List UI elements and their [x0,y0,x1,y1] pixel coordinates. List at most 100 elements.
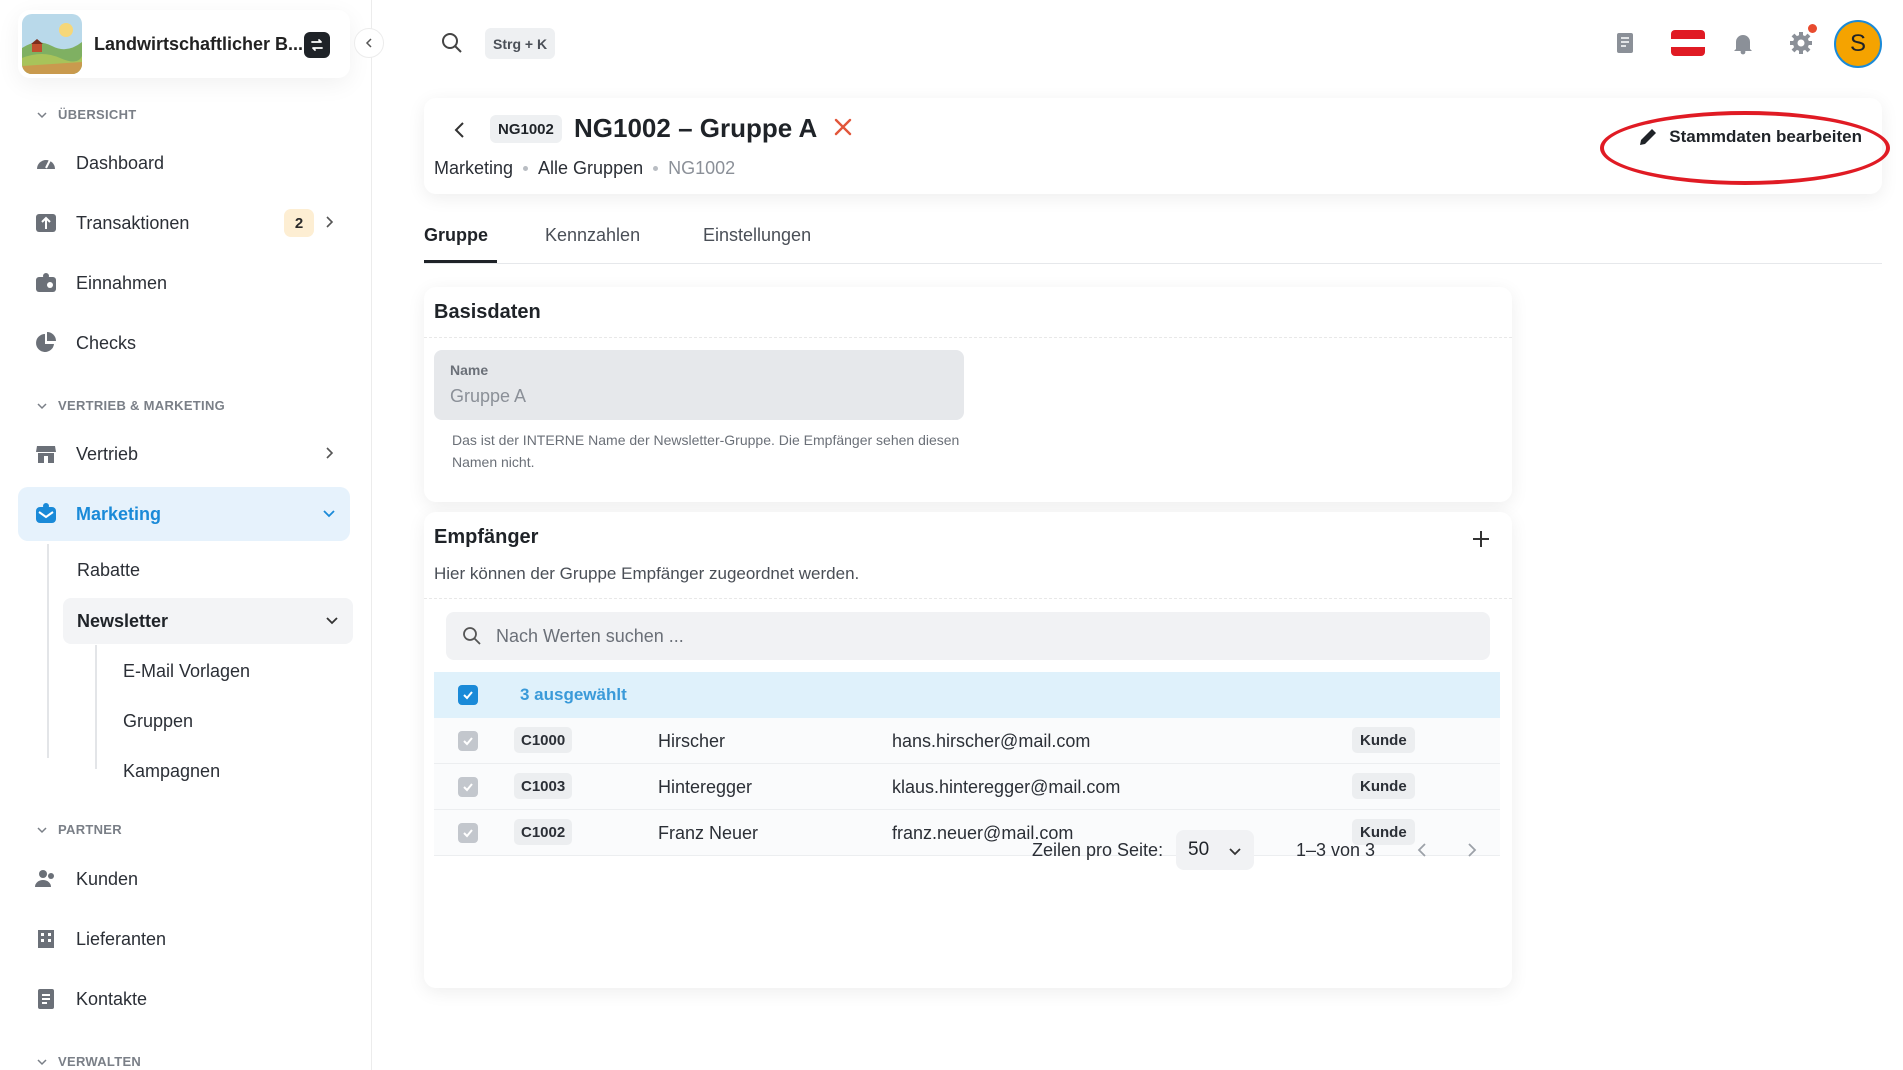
sidebar-item-label: Transaktionen [76,212,190,233]
docs-icon[interactable] [1610,28,1640,58]
row-checkbox[interactable] [458,823,478,843]
close-icon[interactable] [832,116,854,143]
sidebar-item-dashboard[interactable]: Dashboard [18,136,350,190]
building-icon [32,925,60,953]
sidebar-item-contacts[interactable]: Kontakte [18,972,350,1026]
search-shortcut-hint[interactable]: Strg + K [485,28,556,59]
sidebar-item-checks[interactable]: Checks [18,316,350,370]
chevron-left-icon [454,122,464,138]
tab-metrics[interactable]: Kennzahlen [545,225,640,246]
customer-email: hans.hirscher@mail.com [892,731,1091,751]
chevron-down-icon [37,402,47,409]
mail-icon [32,500,60,528]
customer-email: klaus.hinteregger@mail.com [892,777,1121,797]
section-manage[interactable]: VERWALTEN [36,1054,141,1069]
breadcrumb-separator [523,166,529,171]
customer-name: Hinteregger [658,777,753,797]
add-recipient-button[interactable] [1470,528,1492,555]
collapse-sidebar-button[interactable] [354,28,384,58]
table-row[interactable]: C1000 Hirscher hans.hirscher@mail.com Ku… [434,718,1500,764]
section-overview[interactable]: ÜBERSICHT [36,107,137,122]
bell-icon[interactable] [1728,28,1758,58]
chevron-down-icon [1229,848,1241,856]
sidebar-item-label: Kontakte [76,988,148,1009]
rows-per-page-select[interactable]: 50 [1176,830,1254,870]
breadcrumb-item[interactable]: Alle Gruppen [538,158,643,179]
sidebar-subitem-label: Newsletter [77,610,169,631]
sidebar-subitem-campaigns[interactable]: Kampagnen [123,761,220,782]
chevron-left-icon [365,38,372,48]
switch-icon[interactable] [304,32,330,58]
sidebar-subitem-groups[interactable]: Gruppen [123,711,193,732]
search-icon[interactable] [440,31,464,60]
users-icon [32,865,60,893]
customer-name: Franz Neuer [658,823,759,843]
sidebar-item-suppliers[interactable]: Lieferanten [18,912,350,966]
back-button[interactable] [450,118,470,147]
notification-dot [1808,24,1817,33]
sidebar-item-transactions[interactable]: Transaktionen 2 [18,196,350,250]
sidebar-subitem-newsletter[interactable]: Newsletter [63,598,353,644]
recipient-search[interactable] [446,612,1490,660]
sidebar-subitem-discounts[interactable]: Rabatte [77,560,140,581]
pie-chart-icon [32,329,60,357]
app-root: Landwirtschaftlicher B... ÜBERSICHT Dash… [0,0,1903,1070]
section-sales-marketing[interactable]: VERTRIEB & MARKETING [36,398,225,413]
flag-austria-icon[interactable] [1670,28,1706,58]
highlight-ellipse [1600,111,1890,185]
chevron-left-icon [1417,843,1426,857]
sidebar-item-label: Einnahmen [76,272,168,293]
sidebar-item-sales[interactable]: Vertrieb [18,427,350,481]
next-page-button[interactable] [1464,841,1480,864]
check-icon [463,783,473,792]
sidebar-item-label: Kunden [76,868,139,889]
selected-count: 3 ausgewählt [520,685,627,704]
selection-header-row: 3 ausgewählt [434,672,1500,718]
check-icon [463,691,473,700]
section-partner[interactable]: PARTNER [36,822,122,837]
chevron-right-icon [326,447,334,459]
tab-active-indicator [424,260,497,263]
contacts-icon [32,985,60,1013]
table-row[interactable]: C1003 Hinteregger klaus.hinteregger@mail… [434,764,1500,810]
chevron-down-icon [37,111,47,118]
sidebar-item-label: Marketing [76,503,162,524]
chevron-down-icon [37,826,47,833]
brand-logo [22,14,82,74]
user-avatar[interactable]: S [1834,20,1882,68]
sidebar-item-label: Dashboard [76,152,165,173]
row-checkbox[interactable] [458,777,478,797]
sidebar-item-customers[interactable]: Kunden [18,852,350,906]
breadcrumb-item[interactable]: Marketing [434,158,513,179]
customer-code: C1003 [514,773,573,799]
customer-type-badge: Kunde [1352,727,1415,753]
brand-name: Landwirtschaftlicher B... [94,33,304,54]
customer-name: Hirscher [658,731,726,751]
search-input[interactable] [496,620,1396,652]
count-badge: 2 [284,209,314,237]
card-subtitle: Hier können der Gruppe Empfänger zugeord… [434,564,860,583]
tab-bar: Gruppe Kennzahlen Einstellungen [424,222,1882,264]
check-icon [463,829,473,838]
chevron-right-icon [1468,843,1477,857]
page-title: NG1002 – Gruppe A [574,113,818,143]
divider [424,598,1512,599]
previous-page-button[interactable] [1414,841,1430,864]
sidebar-item-label: Vertrieb [76,443,139,464]
field-value: Gruppe A [450,386,527,406]
chevron-down-icon [37,1058,47,1065]
card-title: Empfänger [434,526,539,548]
sidebar-item-income[interactable]: Einnahmen [18,256,350,310]
sidebar-item-marketing[interactable]: Marketing [18,487,350,541]
basic-data-card: Basisdaten Name Gruppe A Das ist der INT… [424,287,1512,502]
select-all-checkbox[interactable] [458,685,478,705]
row-checkbox[interactable] [458,731,478,751]
subnav-line [95,645,97,769]
tab-group[interactable]: Gruppe [424,225,488,246]
workspace-switcher[interactable]: Landwirtschaftlicher B... [18,10,350,78]
tab-settings[interactable]: Einstellungen [703,225,811,246]
card-title: Basisdaten [434,301,541,323]
sidebar-subitem-email-templates[interactable]: E-Mail Vorlagen [123,661,250,682]
divider [424,337,1512,338]
subnav-line [47,544,49,758]
